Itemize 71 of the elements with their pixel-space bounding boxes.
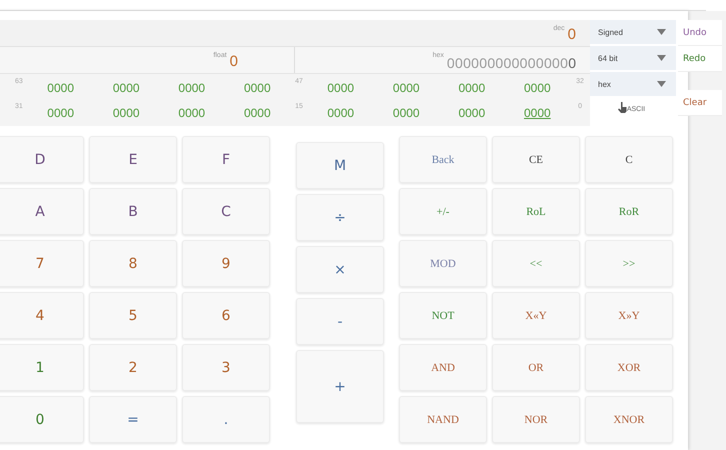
dropdown-caret-icon: [657, 29, 666, 35]
function-key[interactable]: Back: [399, 136, 487, 183]
function-key[interactable]: CE: [492, 136, 580, 183]
operator-key[interactable]: M: [296, 142, 384, 189]
function-key[interactable]: XOR: [585, 344, 673, 391]
keypad-key[interactable]: 1: [0, 344, 84, 391]
keypad-key[interactable]: 7: [0, 240, 84, 287]
dropdown[interactable]: 64 bit: [590, 46, 676, 70]
dropdown[interactable]: Signed: [590, 20, 676, 44]
bit-group[interactable]: 0000: [28, 80, 94, 94]
bit-group[interactable]: 0000: [28, 106, 94, 120]
function-key[interactable]: OR: [492, 344, 580, 391]
dropdown-caret-icon: [657, 55, 666, 61]
bit-group[interactable]: 0000: [93, 106, 159, 120]
hex-padding: 000000000000000: [446, 55, 568, 73]
function-key[interactable]: RoL: [492, 188, 580, 235]
bit-group[interactable]: 0000: [373, 80, 440, 94]
bit-group[interactable]: 0000: [158, 106, 225, 120]
bit-group[interactable]: 0000: [439, 80, 505, 94]
bit-group[interactable]: 0000: [224, 80, 290, 94]
dropdown[interactable]: hex: [590, 72, 676, 96]
function-key[interactable]: MOD: [399, 240, 487, 287]
function-key[interactable]: +/-: [399, 188, 487, 235]
keypad-key[interactable]: C: [182, 188, 270, 235]
bit-group[interactable]: 0000: [439, 106, 505, 120]
keypad-key[interactable]: 3: [182, 344, 270, 391]
function-key[interactable]: NAND: [399, 396, 487, 443]
bit-group[interactable]: 0000: [224, 106, 290, 120]
operator-key[interactable]: +: [296, 350, 384, 423]
function-key[interactable]: XNOR: [585, 396, 673, 443]
history-button[interactable]: Undo: [678, 20, 722, 46]
bit-group[interactable]: 0000: [308, 80, 374, 94]
keypad-key[interactable]: E: [89, 136, 177, 183]
bit-group[interactable]: 0000: [93, 80, 159, 94]
bit-group[interactable]: 0000: [504, 80, 570, 94]
keypad-key[interactable]: 4: [0, 292, 84, 339]
keypad-key[interactable]: F: [182, 136, 270, 183]
keypad-key[interactable]: 2: [89, 344, 177, 391]
keypad-key[interactable]: .: [182, 396, 270, 443]
history-button[interactable]: Clear: [678, 90, 722, 116]
dec-value: 0: [568, 26, 576, 45]
operator-key[interactable]: ×: [296, 246, 384, 293]
operator-key[interactable]: -: [296, 298, 384, 345]
keypad-key[interactable]: 8: [89, 240, 177, 287]
function-key[interactable]: RoR: [585, 188, 673, 235]
keypad-key[interactable]: 6: [182, 292, 270, 339]
keypad-key[interactable]: A: [0, 188, 84, 235]
keypad-key[interactable]: 0: [0, 396, 84, 443]
function-key[interactable]: X«Y: [492, 292, 580, 339]
keypad-key[interactable]: 9: [182, 240, 270, 287]
function-key[interactable]: NOT: [399, 292, 487, 339]
keypad-key[interactable]: B: [89, 188, 177, 235]
function-key[interactable]: X»Y: [585, 292, 673, 339]
bit-group[interactable]: 0000: [504, 106, 570, 120]
hand-cursor-icon: [618, 102, 627, 113]
bit-group[interactable]: 0000: [373, 106, 440, 120]
float-value: 0: [230, 53, 238, 72]
bit-group[interactable]: 0000: [158, 80, 225, 94]
operator-key[interactable]: ÷: [296, 194, 384, 241]
hex-value: 0: [568, 55, 576, 73]
history-button[interactable]: Redo: [678, 46, 722, 72]
function-key[interactable]: <<: [492, 240, 580, 287]
keypad-key[interactable]: =: [89, 396, 177, 443]
bit-group[interactable]: 0000: [308, 106, 374, 120]
keypad-key[interactable]: 5: [89, 292, 177, 339]
function-key[interactable]: C: [585, 136, 673, 183]
function-key[interactable]: >>: [585, 240, 673, 287]
dropdown-caret-icon: [657, 81, 666, 87]
keypad-key[interactable]: D: [0, 136, 84, 183]
function-key[interactable]: AND: [399, 344, 487, 391]
function-key[interactable]: NOR: [492, 396, 580, 443]
